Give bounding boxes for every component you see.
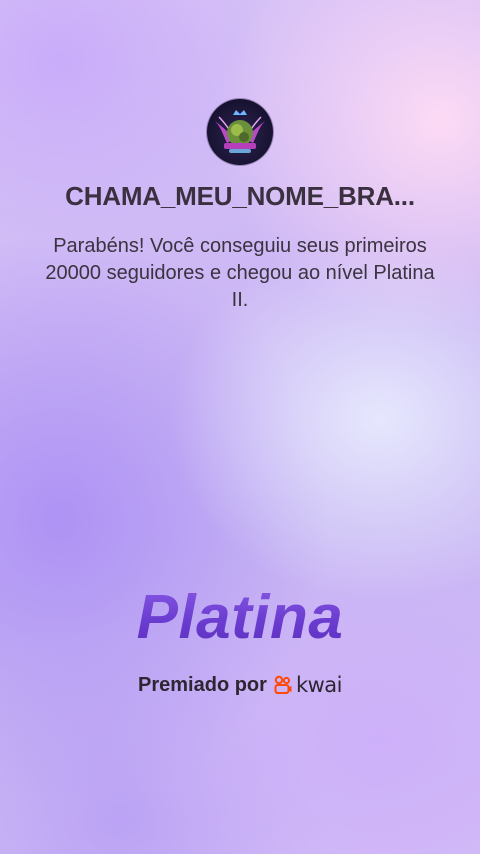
avatar-emblem-icon — [215, 110, 265, 153]
username: CHAMA_MEU_NOME_BRA... — [65, 181, 415, 211]
awarded-by: Premiado por kwai — [0, 673, 480, 697]
awarded-by-label: Premiado por — [138, 673, 267, 696]
congratulations-message: Parabéns! Você conseguiu seus primeiros … — [45, 235, 435, 311]
level-title: Platina — [0, 582, 480, 653]
kwai-logo-icon — [274, 675, 292, 694]
avatar — [207, 99, 273, 165]
kwai-brand: kwai — [273, 673, 342, 697]
kwai-brand-name: kwai — [295, 673, 343, 697]
